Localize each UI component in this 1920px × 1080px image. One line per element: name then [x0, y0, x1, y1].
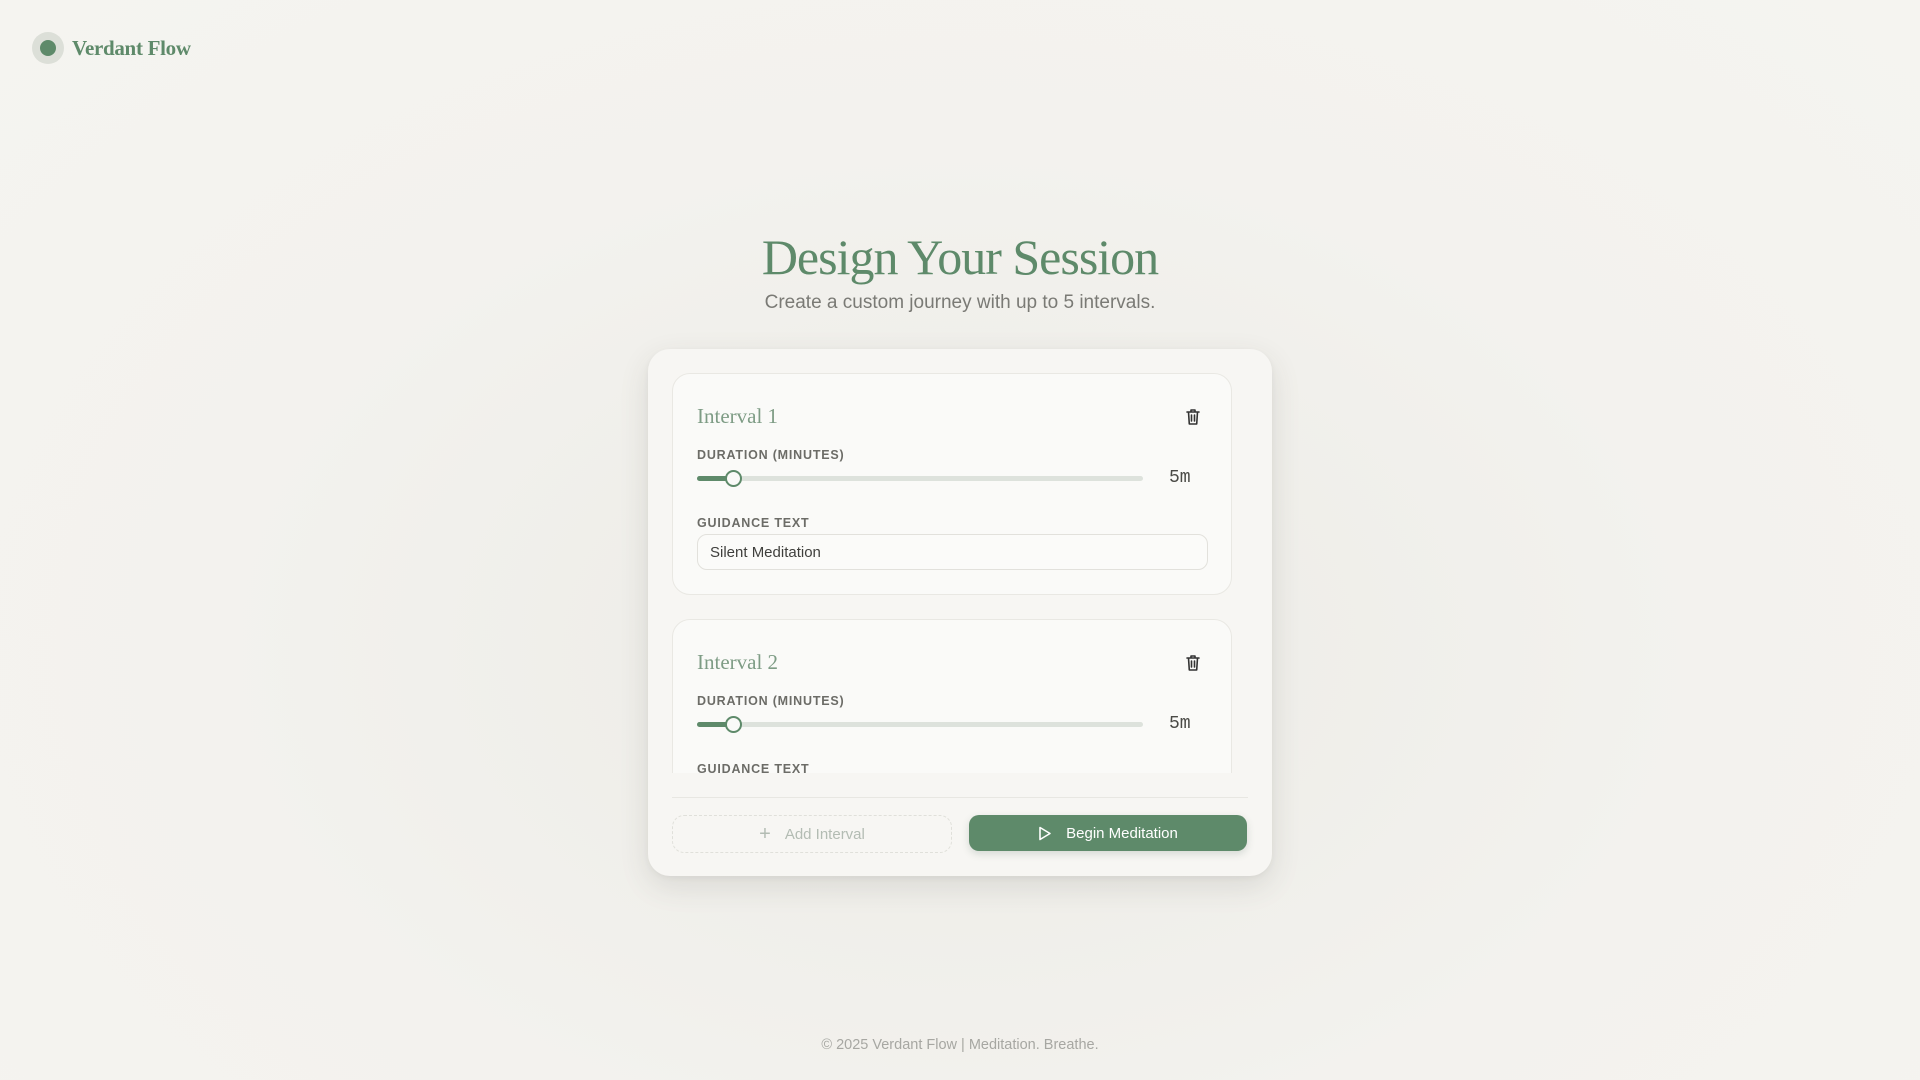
page-title: Design Your Session [761, 229, 1159, 285]
guidance-text-input[interactable] [697, 534, 1208, 570]
trash-icon [1186, 409, 1200, 425]
intervals-list[interactable]: Interval 1 DURATION (MINUTES) 5m GUIDANC… [672, 373, 1232, 773]
brand-logo[interactable]: Verdant Flow [32, 32, 191, 64]
delete-interval-button[interactable] [1185, 408, 1201, 426]
interval-title: Interval 2 [697, 650, 779, 674]
duration-value: 5m [1169, 714, 1191, 734]
interval-card: Interval 1 DURATION (MINUTES) 5m GUIDANC… [672, 373, 1232, 595]
add-interval-button[interactable]: + Add Interval [672, 815, 952, 853]
interval-title: Interval 1 [697, 404, 779, 428]
page-subtitle: Create a custom journey with up to 5 int… [764, 292, 1156, 313]
begin-meditation-button[interactable]: Begin Meditation [969, 815, 1247, 851]
duration-label: DURATION (MINUTES) [697, 694, 845, 708]
session-builder-panel: Interval 1 DURATION (MINUTES) 5m GUIDANC… [648, 349, 1272, 876]
brand-name: Verdant Flow [72, 35, 191, 60]
divider [672, 797, 1248, 798]
begin-meditation-label: Begin Meditation [1066, 824, 1178, 842]
brand-icon [32, 32, 64, 64]
footer-text: © 2025 Verdant Flow | Meditation. Breath… [821, 1037, 1099, 1053]
guidance-label: GUIDANCE TEXT [697, 516, 810, 530]
duration-value: 5m [1169, 468, 1191, 488]
add-interval-label: Add Interval [784, 825, 865, 843]
interval-card: Interval 2 DURATION (MINUTES) 5m GUIDANC… [672, 619, 1232, 773]
footer: © 2025 Verdant Flow | Meditation. Breath… [0, 1037, 1920, 1053]
trash-icon [1186, 655, 1200, 671]
duration-label: DURATION (MINUTES) [697, 448, 845, 462]
hero: Design Your Session Create a custom jour… [0, 226, 1920, 314]
duration-slider[interactable] [697, 470, 1143, 487]
slider-thumb[interactable] [724, 470, 742, 487]
duration-slider[interactable] [697, 716, 1143, 733]
play-icon [1039, 826, 1051, 840]
plus-icon: + [759, 823, 771, 845]
delete-interval-button[interactable] [1185, 654, 1201, 672]
guidance-label: GUIDANCE TEXT [697, 762, 810, 773]
slider-thumb[interactable] [724, 716, 742, 733]
